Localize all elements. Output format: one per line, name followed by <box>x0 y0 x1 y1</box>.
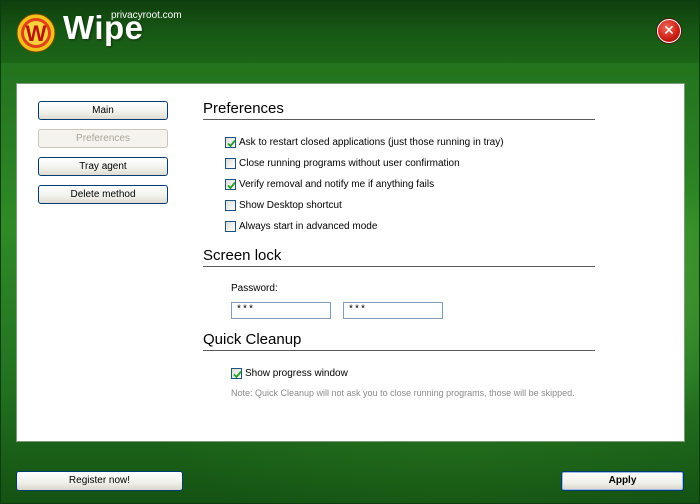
nav-main-button[interactable]: Main <box>38 101 168 120</box>
checkmark-icon <box>227 139 236 148</box>
option-verify-removal[interactable]: Verify removal and notify me if anything… <box>225 178 434 191</box>
close-button[interactable]: ✕ <box>657 19 681 43</box>
checkbox-checked[interactable] <box>225 179 236 190</box>
register-now-button[interactable]: Register now! <box>16 471 183 491</box>
option-advanced-mode[interactable]: Always start in advanced mode <box>225 220 377 233</box>
quick-cleanup-note: Note: Quick Cleanup will not ask you to … <box>231 388 575 398</box>
checkbox-checked[interactable] <box>231 368 242 379</box>
checkbox-checked[interactable] <box>225 137 236 148</box>
apply-button[interactable]: Apply <box>561 471 684 491</box>
checkmark-icon <box>233 370 242 379</box>
wipe-logo-icon: W <box>16 13 56 53</box>
password-input[interactable]: *** <box>231 302 331 319</box>
option-label: Show Desktop shortcut <box>239 200 342 211</box>
option-label: Verify removal and notify me if anything… <box>239 179 435 190</box>
option-label: Ask to restart closed applications (just… <box>239 137 504 148</box>
option-label: Always start in advanced mode <box>239 221 378 232</box>
title-bar: W Wipe privacyroot.com ✕ <box>1 1 699 63</box>
quick-cleanup-heading: Quick Cleanup <box>203 331 595 351</box>
close-icon: ✕ <box>663 23 675 39</box>
settings-panel: Main Preferences Tray agent Delete metho… <box>16 83 685 442</box>
checkmark-icon <box>227 181 236 190</box>
option-show-progress-window[interactable]: Show progress window <box>231 367 348 380</box>
screen-lock-heading: Screen lock <box>203 247 595 267</box>
password-label: Password: <box>231 283 278 294</box>
nav-delete-method-button[interactable]: Delete method <box>38 185 168 204</box>
option-desktop-shortcut[interactable]: Show Desktop shortcut <box>225 199 342 212</box>
checkbox-unchecked[interactable] <box>225 200 236 211</box>
option-label: Show progress window <box>245 368 348 379</box>
site-link[interactable]: privacyroot.com <box>111 10 182 21</box>
logo-letter: W <box>26 21 47 46</box>
checkbox-unchecked[interactable] <box>225 158 236 169</box>
option-close-without-confirmation[interactable]: Close running programs without user conf… <box>225 157 460 170</box>
option-restart-closed-apps[interactable]: Ask to restart closed applications (just… <box>225 136 504 149</box>
wipe-window: W Wipe privacyroot.com ✕ Main Preference… <box>0 0 700 504</box>
checkbox-unchecked[interactable] <box>225 221 236 232</box>
nav-preferences-button[interactable]: Preferences <box>38 129 168 148</box>
preferences-heading: Preferences <box>203 100 595 120</box>
nav-tray-agent-button[interactable]: Tray agent <box>38 157 168 176</box>
password-confirm-input[interactable]: *** <box>343 302 443 319</box>
option-label: Close running programs without user conf… <box>239 158 460 169</box>
